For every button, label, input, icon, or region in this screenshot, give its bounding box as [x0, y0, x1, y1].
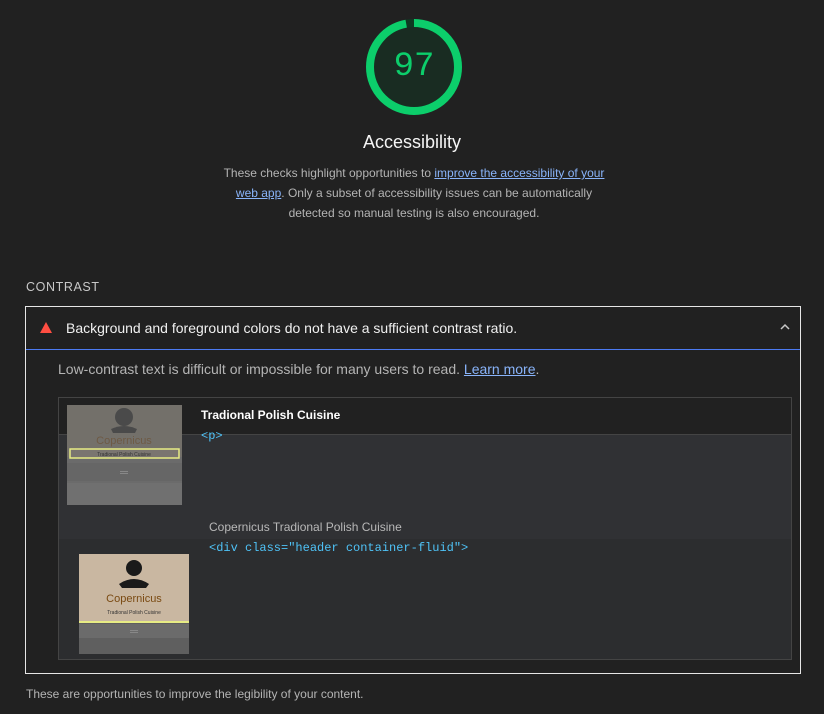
thumb-title: Copernicus: [106, 593, 162, 605]
audit-description-text: Low-contrast text is difficult or imposs…: [58, 361, 464, 377]
learn-more-link[interactable]: Learn more: [464, 361, 536, 377]
thumb-title: Copernicus: [96, 435, 152, 447]
node-label: Copernicus Tradional Polish Cuisine: [209, 520, 402, 534]
thumb-subtitle: Tradional Polish Cuisine: [97, 452, 151, 458]
audit-title: Background and foreground colors do not …: [66, 320, 518, 336]
fail-triangle-icon: [40, 322, 52, 333]
thumb-subtitle: Tradional Polish Cuisine: [107, 610, 161, 616]
score-gauge: 97: [366, 19, 462, 115]
element-screenshot-thumbnail: Copernicus Tradional Polish Cuisine: [79, 554, 189, 654]
category-title: Accessibility: [362, 132, 462, 152]
description-suffix: . Only a subset of accessibility issues …: [281, 186, 593, 220]
failing-elements-table: Failing Elements Copernicus Tradional Po…: [58, 397, 792, 660]
chevron-up-icon[interactable]: [778, 320, 792, 334]
node-snippet: <div class="header container-fluid">: [209, 541, 469, 555]
description-prefix: These checks highlight opportunities to: [223, 166, 435, 180]
score-value: 97: [393, 48, 435, 86]
category-description: These checks highlight opportunities to …: [212, 163, 616, 223]
audit-description: Low-contrast text is difficult or imposs…: [58, 361, 539, 377]
failing-node[interactable]: Copernicus Tradional Polish Cuisine <div…: [209, 520, 468, 555]
group-footer: These are opportunities to improve the l…: [26, 687, 364, 701]
node-label: Tradional Polish Cuisine: [201, 408, 341, 422]
audit-header[interactable]: Background and foreground colors do not …: [26, 307, 800, 350]
failing-node[interactable]: Tradional Polish Cuisine <p>: [201, 408, 340, 443]
contrast-audit: Background and foreground colors do not …: [25, 306, 801, 674]
audit-description-end: .: [535, 361, 540, 377]
element-screenshot-thumbnail: Copernicus Tradional Polish Cuisine: [67, 405, 182, 505]
group-title: CONTRAST: [26, 280, 100, 294]
node-snippet: <p>: [201, 429, 223, 443]
